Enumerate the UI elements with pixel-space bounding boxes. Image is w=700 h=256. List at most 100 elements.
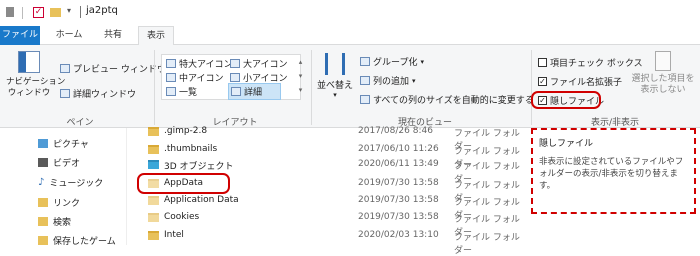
file-date: 2019/07/30 13:58 bbox=[358, 178, 439, 188]
layout-extra-large-icons[interactable]: 特大アイコン bbox=[166, 57, 233, 70]
nav-item-label: ビデオ bbox=[53, 159, 81, 169]
navigation-pane-button[interactable]: ナビゲーション ウィンドウ bbox=[6, 51, 65, 109]
file-name: .gimp-2.8 bbox=[164, 126, 208, 136]
navigation-pane-icon bbox=[18, 51, 40, 73]
add-columns-button[interactable]: 列の追加 ▾ bbox=[360, 74, 416, 87]
sort-icon bbox=[325, 53, 345, 75]
tab-share[interactable]: 共有 bbox=[96, 26, 130, 45]
file-row[interactable]: 3D オブジェクト 2020/06/11 13:49 ファイル フォルダー bbox=[136, 157, 528, 185]
group-by-dropdown-icon: ▾ bbox=[420, 57, 424, 66]
sort-dropdown-icon: ▾ bbox=[333, 91, 337, 99]
small-icons-icon bbox=[230, 73, 240, 82]
tooltip-body: 非表示に設定されているファイルやフォルダーの表示/非表示を切り替えます。 bbox=[539, 157, 684, 191]
layout-list-label: 一覧 bbox=[179, 88, 198, 98]
file-row[interactable]: .gimp-2.8 2017/08/26 8:46 ファイル フォルダー bbox=[136, 124, 528, 152]
search-icon bbox=[38, 217, 48, 226]
file-name: Intel bbox=[164, 230, 184, 240]
tab-home[interactable]: ホーム bbox=[52, 26, 86, 45]
file-date: 2019/07/30 13:58 bbox=[358, 212, 439, 222]
nav-item-searches[interactable]: 検索 bbox=[38, 215, 71, 228]
tooltip-title: 隠しファイル bbox=[539, 139, 594, 149]
link-icon bbox=[38, 198, 48, 207]
properties-check-icon[interactable]: ✓ bbox=[33, 7, 44, 18]
item-checkboxes-checkbox[interactable] bbox=[538, 58, 547, 67]
layout-details-label: 詳細 bbox=[244, 88, 263, 98]
sort-by-label: 並べ替え bbox=[316, 81, 353, 91]
new-folder-icon[interactable] bbox=[50, 8, 61, 17]
add-columns-dropdown-icon: ▾ bbox=[412, 76, 416, 85]
app-icon bbox=[6, 7, 14, 17]
preview-pane-button[interactable]: プレビュー ウィンドウ bbox=[60, 62, 166, 75]
hide-selected-icon bbox=[655, 51, 671, 71]
layout-large-icons[interactable]: 大アイコン bbox=[230, 57, 288, 70]
file-date: 2017/08/26 8:46 bbox=[358, 126, 433, 136]
title-separator-icon bbox=[80, 6, 81, 18]
games-icon bbox=[38, 236, 48, 245]
file-name: 3D オブジェクト bbox=[164, 162, 234, 172]
size-all-columns-label: すべての列のサイズを自動的に変更する bbox=[373, 96, 534, 106]
pane-group-label: ペイン bbox=[66, 118, 94, 128]
quick-access-separator-icon bbox=[22, 7, 23, 19]
nav-item-music[interactable]: ♪ ミュージック bbox=[38, 176, 103, 189]
layout-scroll-arrows[interactable]: ▴ ▾ ▾ bbox=[296, 55, 305, 99]
folder-icon bbox=[148, 231, 159, 240]
nav-item-label: ピクチャ bbox=[53, 140, 89, 150]
file-type: ファイル フォルダー bbox=[454, 233, 520, 256]
details-pane-label: 詳細ウィンドウ bbox=[73, 90, 137, 100]
file-extensions-toggle[interactable]: ✓ ファイル名拡張子 bbox=[538, 75, 622, 88]
details-pane-icon bbox=[60, 89, 70, 98]
nav-item-label: リンク bbox=[53, 199, 81, 209]
appdata-highlight bbox=[137, 173, 230, 194]
group-divider bbox=[311, 50, 312, 125]
folder-icon bbox=[148, 145, 159, 154]
add-columns-icon bbox=[360, 76, 370, 85]
file-extensions-label: ファイル名拡張子 bbox=[550, 78, 623, 88]
pictures-icon bbox=[38, 139, 48, 148]
ribbon-panel: ナビゲーション ウィンドウ プレビュー ウィンドウ 詳細ウィンドウ ペイン 特大… bbox=[0, 45, 700, 128]
customize-qat-dropdown-icon[interactable]: ▾ bbox=[67, 6, 71, 15]
extra-large-icons-icon bbox=[166, 59, 176, 68]
group-by-icon bbox=[360, 57, 370, 66]
nav-item-links[interactable]: リンク bbox=[38, 196, 80, 209]
tab-file[interactable]: ファイル bbox=[0, 26, 40, 45]
file-row[interactable]: Application Data 2019/07/30 13:58 ファイル フォル… bbox=[136, 193, 528, 221]
group-by-button[interactable]: グループ化 ▾ bbox=[360, 55, 424, 68]
3d-objects-icon bbox=[148, 160, 159, 169]
shortcut-folder-icon bbox=[148, 196, 159, 205]
tab-view[interactable]: 表示 bbox=[138, 26, 174, 46]
layout-medium-icons[interactable]: 中アイコン bbox=[166, 71, 224, 84]
details-icon bbox=[231, 87, 241, 96]
sort-by-button[interactable]: 並べ替え ▾ bbox=[316, 53, 354, 99]
hidden-items-tooltip: 隠しファイル 非表示に設定されているファイルやフォルダーの表示/非表示を切り替え… bbox=[531, 128, 696, 214]
layout-list[interactable]: 一覧 bbox=[166, 85, 197, 98]
ribbon-tabs: ファイル ホーム 共有 表示 bbox=[0, 26, 700, 46]
large-icons-icon bbox=[230, 59, 240, 68]
nav-item-pictures[interactable]: ピクチャ bbox=[38, 137, 89, 150]
hide-selected-label: 選択した項目を 表示しない bbox=[631, 74, 695, 95]
file-extensions-checkbox[interactable]: ✓ bbox=[538, 77, 547, 86]
nav-item-saved-games[interactable]: 保存したゲーム bbox=[38, 234, 116, 247]
pane-splitter[interactable] bbox=[126, 128, 127, 245]
folder-icon bbox=[148, 127, 159, 136]
file-row[interactable]: .thumbnails 2017/06/10 11:26 ファイル フォルダー bbox=[136, 142, 528, 170]
list-icon bbox=[166, 87, 176, 96]
file-row[interactable]: Cookies 2019/07/30 13:58 ファイル フォルダー bbox=[136, 210, 528, 238]
shortcut-folder-icon bbox=[148, 213, 159, 222]
file-name: Application Data bbox=[164, 195, 239, 205]
medium-icons-icon bbox=[166, 73, 176, 82]
window-title: ja2ptq bbox=[86, 5, 118, 16]
details-pane-button[interactable]: 詳細ウィンドウ bbox=[60, 87, 136, 100]
layout-extra-large-label: 特大アイコン bbox=[179, 60, 233, 70]
group-divider bbox=[531, 50, 532, 125]
layout-details[interactable]: 詳細 bbox=[228, 83, 282, 100]
add-columns-label: 列の追加 bbox=[373, 77, 410, 87]
file-row[interactable]: Intel 2020/02/03 13:10 ファイル フォルダー bbox=[136, 228, 528, 256]
item-checkboxes-toggle[interactable]: 項目チェック ボックス bbox=[538, 56, 643, 69]
nav-item-videos[interactable]: ビデオ bbox=[38, 156, 80, 169]
hide-selected-button[interactable]: 選択した項目を 表示しない bbox=[630, 51, 696, 96]
file-name: Cookies bbox=[164, 212, 200, 222]
size-all-columns-button[interactable]: すべての列のサイズを自動的に変更する bbox=[360, 93, 534, 106]
file-date: 2019/07/30 13:58 bbox=[358, 195, 439, 205]
file-date: 2017/06/10 11:26 bbox=[358, 144, 439, 154]
layout-large-label: 大アイコン bbox=[243, 60, 288, 70]
